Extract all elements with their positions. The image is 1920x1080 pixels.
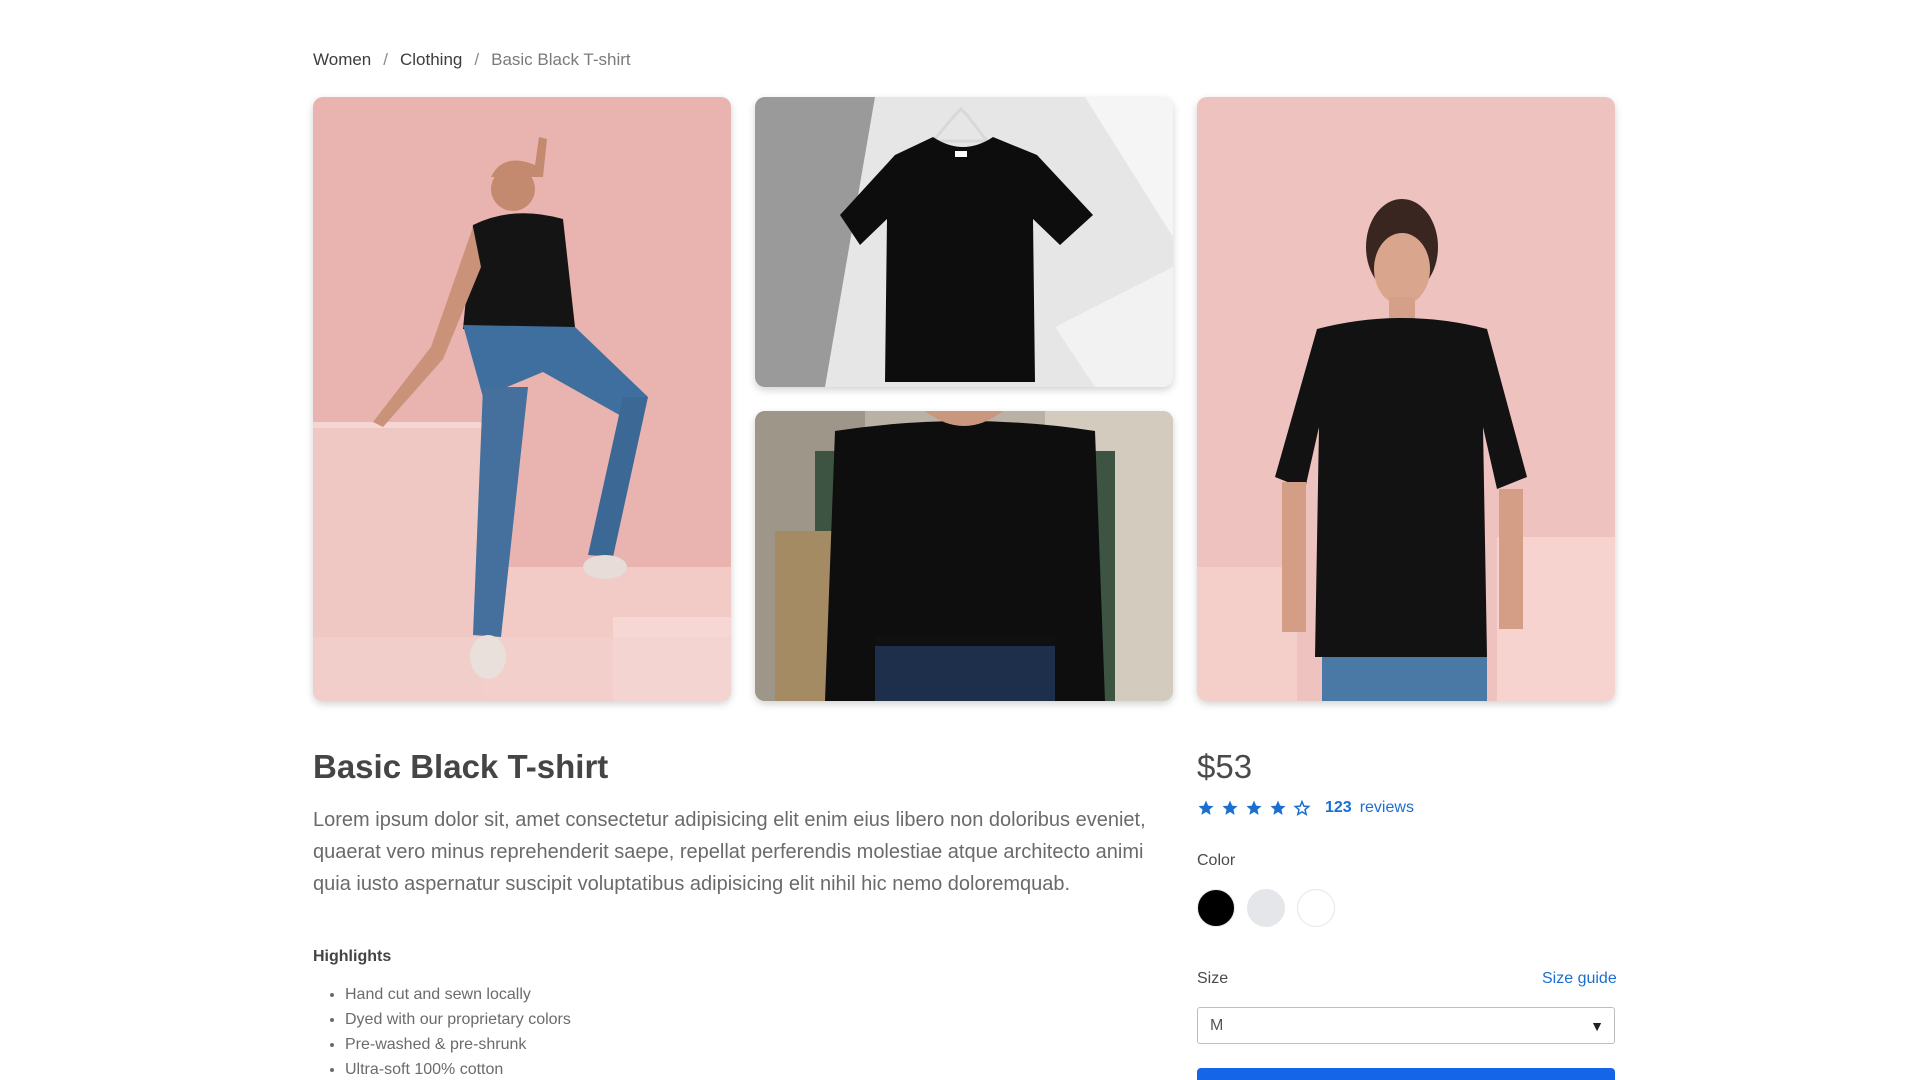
product-gallery xyxy=(313,97,1615,701)
product-rating: 123 reviews xyxy=(1197,798,1414,818)
size-select-value: M xyxy=(1210,1016,1224,1034)
color-swatches xyxy=(1197,889,1347,927)
breadcrumb-clothing[interactable]: Clothing xyxy=(400,50,462,70)
product-title: Basic Black T-shirt xyxy=(313,748,609,785)
breadcrumb-current: Basic Black T-shirt xyxy=(491,50,631,69)
reviews-link[interactable]: reviews xyxy=(1360,799,1414,817)
list-item: Dyed with our proprietary colors xyxy=(345,1007,571,1032)
product-description: Lorem ipsum dolor sit, amet consectetur … xyxy=(313,809,1146,895)
product-photo-closeup[interactable] xyxy=(755,411,1173,701)
product-photo-model-sitting[interactable] xyxy=(313,97,731,701)
list-item: Hand cut and sewn locally xyxy=(345,982,571,1007)
product-page: Women / Clothing / Basic Black T-shirt B… xyxy=(0,0,1920,1080)
color-swatch-gray[interactable] xyxy=(1247,889,1285,927)
highlights-heading: Highlights xyxy=(313,948,392,965)
add-to-bag-button[interactable] xyxy=(1197,1068,1615,1080)
product-price: $53 xyxy=(1197,748,1253,785)
breadcrumb-separator: / xyxy=(383,50,388,69)
color-swatch-white[interactable] xyxy=(1297,889,1335,927)
breadcrumb: Women / Clothing / Basic Black T-shirt xyxy=(313,50,631,70)
product-photo-model-standing[interactable] xyxy=(1197,97,1615,701)
list-item: Ultra-soft 100% cotton xyxy=(345,1057,571,1080)
product-photo-hanger[interactable] xyxy=(755,97,1173,387)
star-filled-icon xyxy=(1222,800,1238,815)
star-filled-icon xyxy=(1246,800,1262,815)
size-guide-link[interactable]: Size guide xyxy=(1542,970,1617,988)
star-filled-icon xyxy=(1198,800,1214,815)
star-outline-icon xyxy=(1293,799,1311,816)
chevron-down-icon: ▼ xyxy=(1590,1017,1604,1034)
color-label: Color xyxy=(1197,852,1236,869)
list-item: Pre-washed & pre-shrunk xyxy=(345,1032,571,1057)
breadcrumb-women[interactable]: Women xyxy=(313,50,371,70)
highlights-list: Hand cut and sewn locally Dyed with our … xyxy=(345,982,571,1080)
color-swatch-black[interactable] xyxy=(1197,889,1235,927)
review-count-link[interactable]: 123 xyxy=(1325,799,1352,817)
size-select[interactable]: M ▼ xyxy=(1197,1007,1615,1044)
size-label: Size xyxy=(1197,970,1229,987)
breadcrumb-separator: / xyxy=(474,50,480,69)
star-filled-icon xyxy=(1270,800,1286,815)
